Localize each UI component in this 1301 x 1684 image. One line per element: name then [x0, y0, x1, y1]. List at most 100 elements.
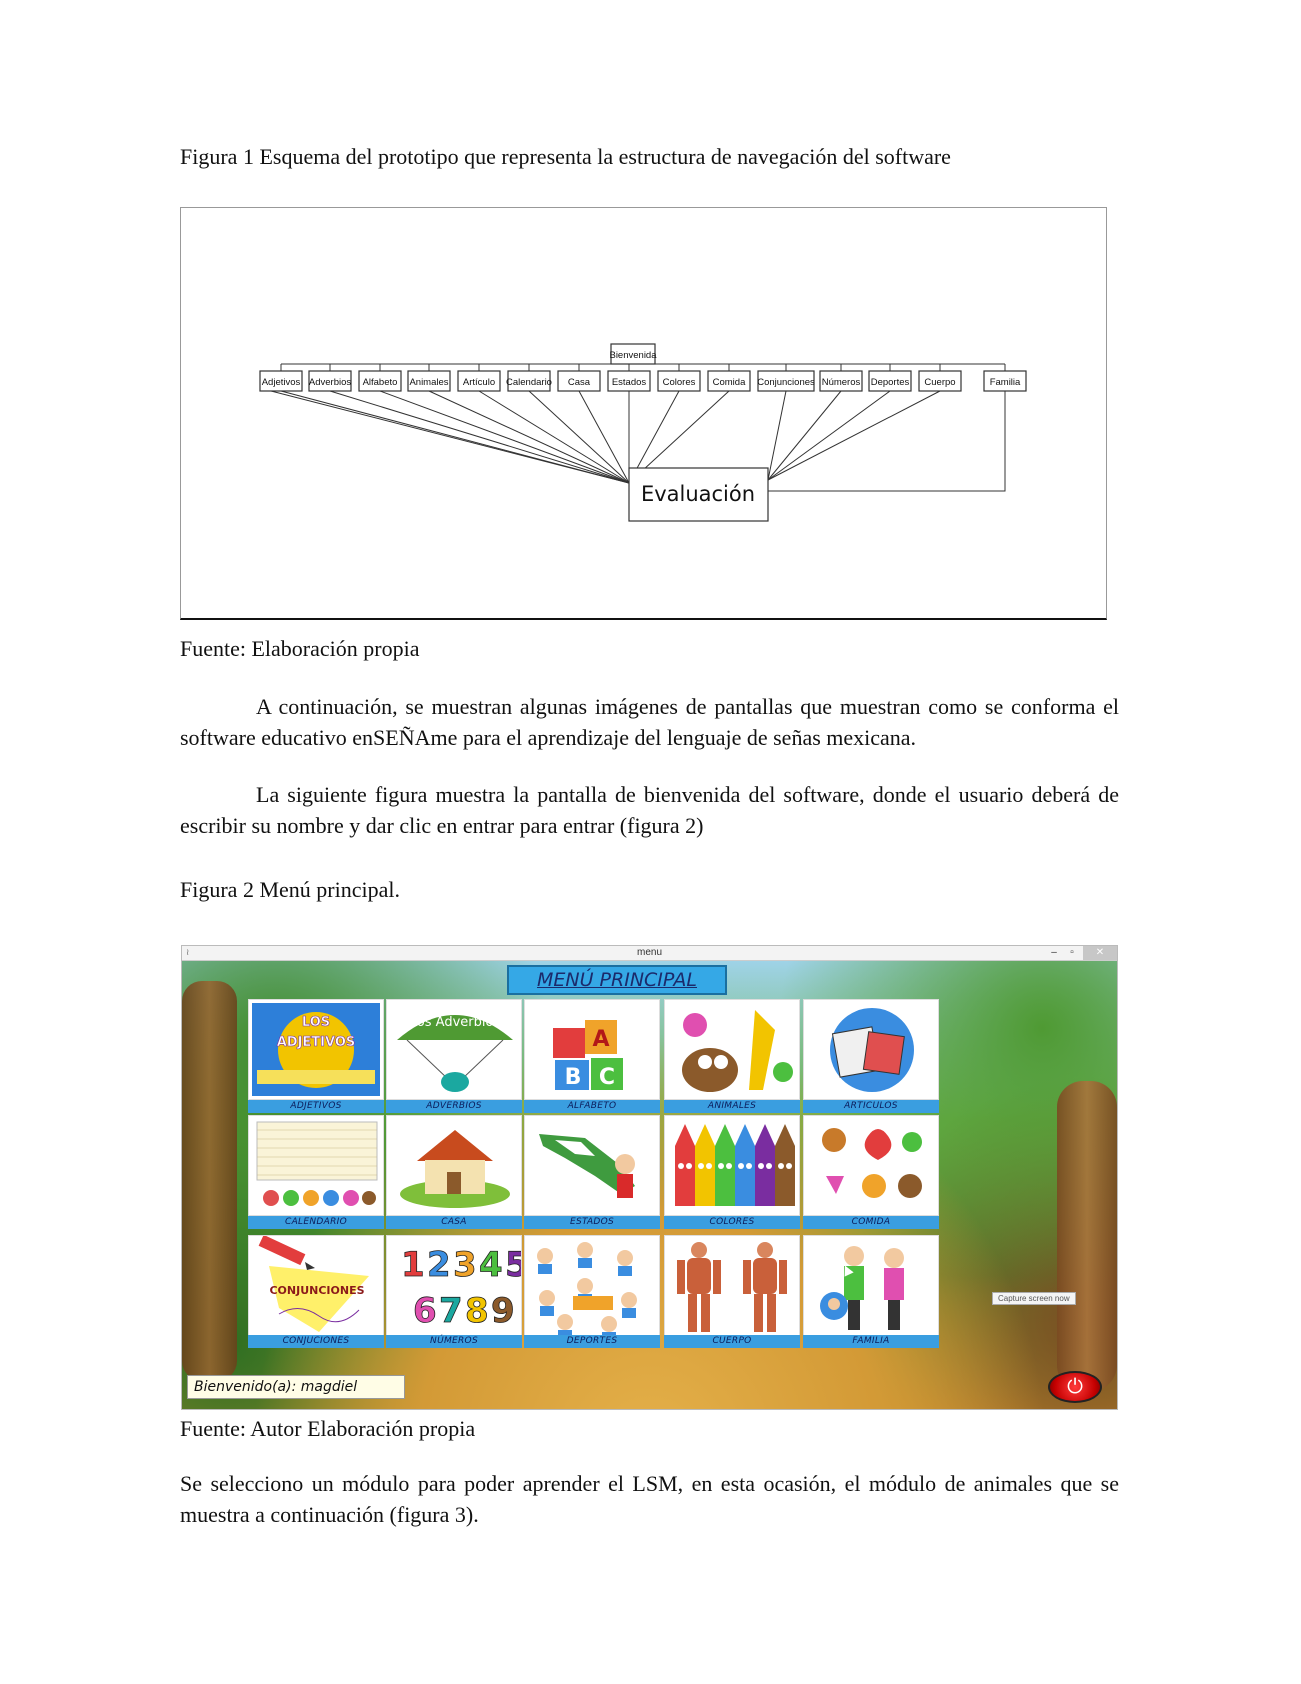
module-node-label: Casa: [568, 377, 591, 388]
module-node-label: Números: [822, 377, 861, 388]
connector-line: [478, 390, 630, 484]
module-node-5: Calendario: [506, 370, 552, 392]
family-icon: [820, 1246, 904, 1330]
svg-text:A: A: [592, 1027, 609, 1052]
module-label[interactable]: ADVERBIOS: [386, 1100, 522, 1113]
module-label[interactable]: CASA: [386, 1216, 522, 1229]
module-label[interactable]: COMIDA: [803, 1216, 939, 1229]
module-tile-familia[interactable]: [803, 1235, 939, 1336]
module-tile-cuerpo[interactable]: [664, 1235, 800, 1336]
module-label[interactable]: ARTICULOS: [803, 1100, 939, 1113]
jungle-background: MENÚ PRINCIPAL LOS ADJETIVOS ADJETIVOS Los …: [182, 961, 1117, 1409]
module-tile-conjuciones[interactable]: CONJUNCIONES: [248, 1235, 384, 1336]
module-label[interactable]: ALFABETO: [524, 1100, 660, 1113]
module-node-7: Estados: [607, 370, 651, 392]
connector-line: [578, 390, 630, 484]
module-label[interactable]: ADJETIVOS: [248, 1100, 384, 1113]
module-tile-alfabeto[interactable]: ABC: [524, 999, 660, 1100]
svg-text:B: B: [565, 1065, 582, 1090]
svg-text:9: 9: [491, 1291, 515, 1331]
parachute-icon: Los Adverbios: [397, 1015, 513, 1092]
calendar-icon: [256, 1121, 378, 1206]
connector-line: [379, 390, 630, 484]
welcome-label: Bienvenido(a): magdiel: [187, 1375, 405, 1399]
paragraph-3: Se selecciono un módulo para poder apren…: [180, 1471, 1119, 1527]
minimize-button[interactable]: –: [1047, 946, 1061, 960]
module-tile-casa[interactable]: [386, 1115, 522, 1216]
svg-text:LOS: LOS: [302, 1015, 330, 1030]
module-node-9: Comida: [707, 370, 751, 392]
adjectives-icon: LOS ADJETIVOS: [252, 1003, 380, 1096]
connector-line: [528, 390, 630, 484]
crayons-icon: [675, 1124, 795, 1206]
svg-text:1: 1: [401, 1245, 425, 1285]
connector-line: [767, 390, 842, 481]
animals-icon: [682, 1010, 793, 1092]
module-tile-calendario[interactable]: [248, 1115, 384, 1216]
module-label[interactable]: NÚMEROS: [386, 1335, 522, 1348]
module-tile-adjetivos[interactable]: LOS ADJETIVOS: [248, 999, 384, 1100]
connector-line: [767, 390, 941, 481]
body-icon: [677, 1242, 787, 1332]
module-tile-adverbios[interactable]: Los Adverbios: [386, 999, 522, 1100]
connector-line: [329, 390, 630, 484]
capture-tooltip: Capture screen now: [992, 1292, 1076, 1305]
module-tile-articulos[interactable]: [803, 999, 939, 1100]
svg-text:4: 4: [479, 1245, 503, 1285]
svg-text:3: 3: [453, 1245, 477, 1285]
module-node-12: Deportes: [868, 370, 912, 392]
figure2-caption: Figura 2 Menú principal.: [180, 877, 400, 902]
module-tile-deportes[interactable]: [524, 1235, 660, 1336]
module-node-11: Números: [819, 370, 863, 392]
module-label[interactable]: COLORES: [664, 1216, 800, 1229]
module-tile-comida[interactable]: [803, 1115, 939, 1216]
module-node-label: Alfabeto: [363, 377, 398, 388]
module-tile-animales[interactable]: [664, 999, 800, 1100]
close-button[interactable]: ✕: [1083, 946, 1117, 960]
module-tile-números[interactable]: 12345 6789: [386, 1235, 522, 1336]
svg-text:7: 7: [439, 1291, 463, 1331]
barrel-house-right: [1057, 1081, 1117, 1391]
pencil-icon: CONJUNCIONES: [258, 1236, 369, 1332]
module-node-label: Comida: [713, 377, 746, 388]
module-tile-colores[interactable]: [664, 1115, 800, 1216]
connector-line: [270, 390, 630, 484]
maximize-button[interactable]: ▫: [1065, 946, 1079, 960]
module-label[interactable]: CUERPO: [664, 1335, 800, 1348]
module-label[interactable]: CONJUCIONES: [248, 1335, 384, 1348]
paragraph-2: La siguiente figura muestra la pantalla …: [180, 782, 1119, 838]
connector-line: [767, 390, 891, 481]
module-label[interactable]: DEPORTES: [524, 1335, 660, 1348]
module-node-1: Adverbios: [308, 370, 352, 392]
module-label[interactable]: CALENDARIO: [248, 1216, 384, 1229]
module-node-label: Calendario: [506, 377, 552, 388]
module-label[interactable]: ANIMALES: [664, 1100, 800, 1113]
module-label[interactable]: FAMILIA: [803, 1335, 939, 1348]
window-titlebar: ≀ menu – ▫ ✕: [182, 946, 1117, 961]
connector-line: [428, 390, 630, 484]
menu-title: MENÚ PRINCIPAL: [507, 965, 727, 995]
module-tile-estados[interactable]: [524, 1115, 660, 1216]
module-node-label: Estados: [612, 377, 647, 388]
evaluation-node: Evaluación: [628, 467, 769, 522]
svg-text:5: 5: [505, 1245, 522, 1285]
window-title: menu: [636, 947, 662, 958]
svg-text:6: 6: [413, 1291, 437, 1331]
module-label[interactable]: ESTADOS: [524, 1216, 660, 1229]
navigation-diagram: Bienvenida Adjetivos Adverbios Alfabeto Ani…: [180, 207, 1107, 620]
mexico-map-icon: [539, 1134, 635, 1198]
module-node-label: Cuerpo: [924, 377, 955, 388]
abc-blocks-icon: AB C: [553, 1020, 623, 1090]
module-node-label: Familia: [990, 377, 1021, 388]
articles-icon: [830, 1008, 914, 1092]
figure1-source: Fuente: Elaboración propia: [180, 636, 420, 661]
power-button[interactable]: ⏻: [1048, 1371, 1102, 1403]
module-node-label: Conjunciones: [757, 377, 815, 388]
numbers-icon: 12345 6789: [401, 1245, 522, 1332]
diagram-svg: Bienvenida Adjetivos Adverbios Alfabeto Ani…: [259, 343, 1027, 522]
module-node-10: Conjunciones: [757, 370, 815, 392]
module-node-8: Colores: [657, 370, 701, 392]
sports-icon: [537, 1242, 637, 1335]
svg-text:8: 8: [465, 1291, 489, 1331]
main-menu-screenshot: ≀ menu – ▫ ✕ MENÚ PRINCIPAL LOS ADJETIVOS…: [181, 945, 1118, 1410]
